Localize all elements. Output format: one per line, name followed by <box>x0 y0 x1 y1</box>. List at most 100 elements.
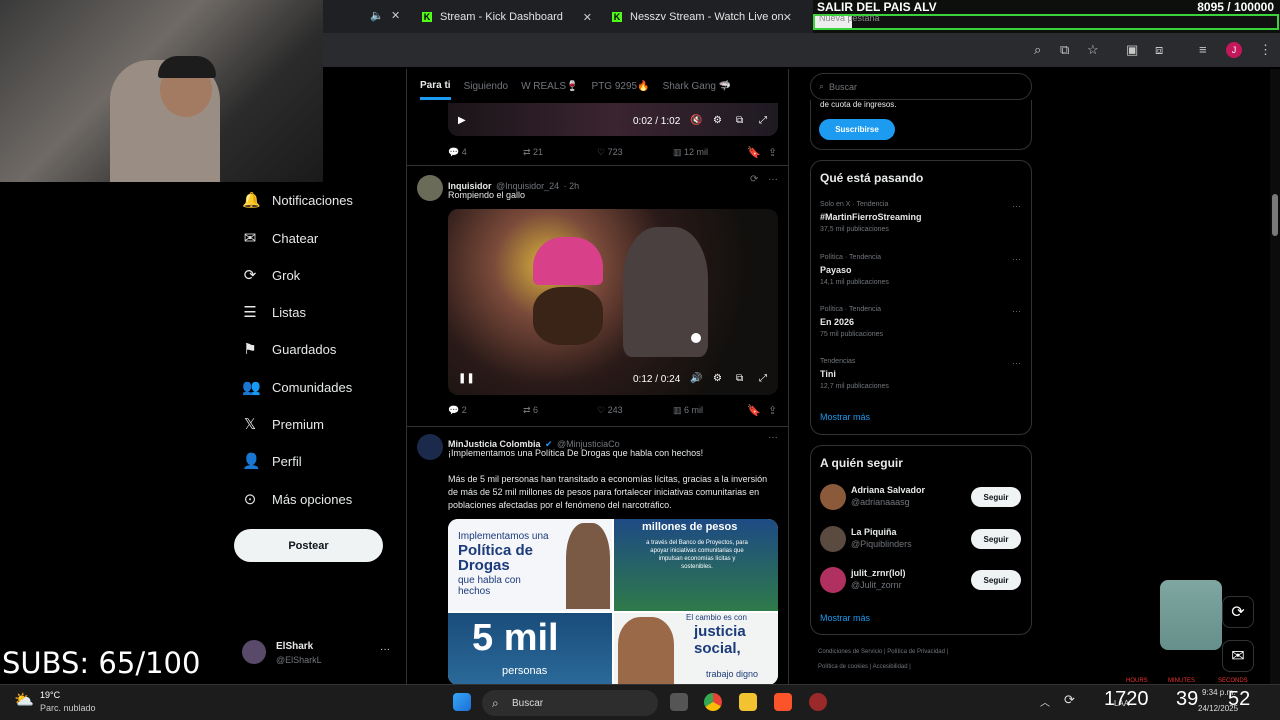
chevron-up-icon[interactable]: ︿ <box>1040 694 1050 709</box>
tab-w-reals[interactable]: W REALS🍷 <box>521 81 578 92</box>
follow-button[interactable]: Seguir <box>971 529 1021 549</box>
volume-icon[interactable]: 🔊 <box>690 373 702 384</box>
avatar[interactable] <box>820 484 846 510</box>
show-more-link[interactable]: Mostrar más <box>820 412 870 422</box>
tab-ptg[interactable]: PTG 9295🔥 <box>592 81 650 92</box>
tab-shark-gang[interactable]: Shark Gang 🦈 <box>663 81 732 92</box>
video-player[interactable]: ▶ 0:02 / 1:02 🔇 ⚙ ⧉ ⤢ <box>448 103 778 136</box>
sidebar-item-premium[interactable]: 𝕏 Premium <box>242 415 324 433</box>
repost-button[interactable]: ⇄ 6 <box>523 405 538 416</box>
trend-name[interactable]: #MartinFierroStreaming <box>820 212 922 222</box>
sidepanel-icon[interactable]: ▣ <box>1126 42 1138 58</box>
pip-icon[interactable]: ⧉ <box>736 373 743 384</box>
follow-button[interactable]: Seguir <box>971 570 1021 590</box>
close-tab-icon[interactable]: ✕ <box>391 9 400 22</box>
weather-temp[interactable]: 19°C <box>40 690 60 700</box>
grok-button[interactable]: ⟳ <box>1222 596 1254 628</box>
mute-icon[interactable]: 🔇 <box>690 115 702 126</box>
pause-icon[interactable]: ❚❚ <box>458 373 475 384</box>
sync-icon[interactable]: ⟳ <box>1064 692 1075 708</box>
views-button[interactable]: ▥ 12 mil <box>673 147 708 158</box>
task-view-icon[interactable] <box>670 693 688 711</box>
follow-name[interactable]: julit_zrnr(lol) <box>851 568 906 578</box>
scrollbar[interactable] <box>1270 69 1280 684</box>
play-icon[interactable]: ▶ <box>458 115 466 126</box>
footer-links[interactable]: Condiciones de Servicio | Política de Pr… <box>818 649 948 655</box>
settings-icon[interactable]: ⚙ <box>713 115 722 126</box>
subscribe-button[interactable]: Suscribirse <box>819 119 895 140</box>
show-more-link[interactable]: Mostrar más <box>820 613 870 623</box>
tab-nesszv-stream[interactable]: K Nesszv Stream - Watch Live on ✕ <box>604 4 800 30</box>
more-dots-icon[interactable]: ··· <box>1012 306 1021 316</box>
extensions-icon[interactable]: ⧈ <box>1155 42 1163 58</box>
more-dots-icon[interactable]: ··· <box>768 432 778 443</box>
follow-button[interactable]: Seguir <box>971 487 1021 507</box>
windows-start-icon[interactable] <box>453 693 471 711</box>
sidebar-item-listas[interactable]: ☰ Listas <box>242 303 306 321</box>
avatar[interactable] <box>417 434 443 460</box>
bookmark-star-icon[interactable]: ☆ <box>1087 42 1099 58</box>
fullscreen-icon[interactable]: ⤢ <box>759 373 767 384</box>
menu-dots-icon[interactable]: ⋮ <box>1259 42 1272 58</box>
brave-icon[interactable] <box>774 693 792 711</box>
footer-links[interactable]: Política de cookies | Accesibilidad | <box>818 664 911 670</box>
cast-icon[interactable]: ⧉ <box>1060 42 1069 58</box>
weather-desc[interactable]: Parc. nublado <box>40 703 96 713</box>
obs-icon[interactable] <box>809 693 827 711</box>
tab-para-ti[interactable]: Para ti <box>420 80 451 100</box>
zoom-icon[interactable]: ⌕ <box>1034 42 1041 58</box>
avatar[interactable] <box>820 567 846 593</box>
fullscreen-icon[interactable]: ⤢ <box>759 115 767 126</box>
chrome-icon[interactable] <box>704 693 722 711</box>
sidebar-item-comunidades[interactable]: 👥 Comunidades <box>242 378 352 396</box>
scrollbar-thumb[interactable] <box>1272 194 1278 236</box>
mute-tab-icon[interactable]: 🔈 <box>370 9 384 22</box>
repost-button[interactable]: ⇄ 21 <box>523 147 543 158</box>
pip-icon[interactable]: ⧉ <box>736 115 743 126</box>
sidebar-item-chatear[interactable]: ✉ Chatear <box>242 229 319 247</box>
more-dots-icon[interactable]: ··· <box>1012 358 1021 368</box>
tab-kick-dashboard[interactable]: K Stream - Kick Dashboard ✕ <box>414 4 600 30</box>
follow-name[interactable]: Adriana Salvador <box>851 485 925 495</box>
taskbar-search[interactable]: ⌕ Buscar <box>482 690 658 716</box>
close-tab-icon[interactable]: ✕ <box>583 11 592 24</box>
more-dots-icon[interactable]: ··· <box>1012 254 1021 264</box>
trend-name[interactable]: En 2026 <box>820 317 854 327</box>
sidebar-item-guardados[interactable]: ⚑ Guardados <box>242 340 336 358</box>
post-image-grid[interactable]: Implementamos una Política de Drogas que… <box>448 519 778 684</box>
tab-siguiendo[interactable]: Siguiendo <box>464 81 508 92</box>
more-dots-icon[interactable]: ··· <box>1012 201 1021 211</box>
sidebar-item-más-opciones[interactable]: ⊙ Más opciones <box>242 490 353 508</box>
search-input[interactable]: ⌕ Buscar <box>810 73 1032 100</box>
trend-name[interactable]: Tini <box>820 369 836 379</box>
avatar[interactable] <box>417 175 443 201</box>
sidebar-item-perfil[interactable]: 👤 Perfil <box>242 452 302 470</box>
messages-button[interactable]: ✉ <box>1222 640 1254 672</box>
account-switcher[interactable]: ElShark @ElSharkL ··· <box>242 638 402 670</box>
trend-name[interactable]: Payaso <box>820 265 852 275</box>
file-explorer-icon[interactable] <box>739 693 757 711</box>
reply-button[interactable]: 💬 2 <box>448 405 467 416</box>
profile-avatar[interactable]: J <box>1226 42 1242 58</box>
share-icon[interactable]: ⇪ <box>768 146 777 159</box>
media-queue-icon[interactable]: ≡ <box>1199 42 1207 57</box>
views-button[interactable]: ▥ 6 mil <box>673 405 703 416</box>
like-button[interactable]: ♡ 723 <box>597 147 623 158</box>
volume-knob[interactable] <box>691 333 701 343</box>
follow-name[interactable]: La Piquiña <box>851 527 897 537</box>
bookmark-icon[interactable]: 🔖 <box>747 404 761 417</box>
sidebar-item-notificaciones[interactable]: 🔔 Notificaciones <box>242 191 353 209</box>
grok-icon[interactable]: ⟳ <box>750 174 758 185</box>
share-icon[interactable]: ⇪ <box>768 404 777 417</box>
avatar[interactable] <box>820 526 846 552</box>
reply-button[interactable]: 💬 4 <box>448 147 467 158</box>
close-tab-icon[interactable]: ✕ <box>783 11 792 24</box>
settings-icon[interactable]: ⚙ <box>713 373 722 384</box>
post-button[interactable]: Postear <box>234 529 383 562</box>
sidebar-item-grok[interactable]: ⟳ Grok <box>242 266 300 284</box>
post-time: · 2h <box>563 181 580 191</box>
more-dots-icon[interactable]: ··· <box>768 174 778 185</box>
video-player[interactable]: ❚❚ 0:12 / 0:24 🔊 ⚙ ⧉ ⤢ <box>448 209 778 395</box>
bookmark-icon[interactable]: 🔖 <box>747 146 761 159</box>
like-button[interactable]: ♡ 243 <box>597 405 623 416</box>
